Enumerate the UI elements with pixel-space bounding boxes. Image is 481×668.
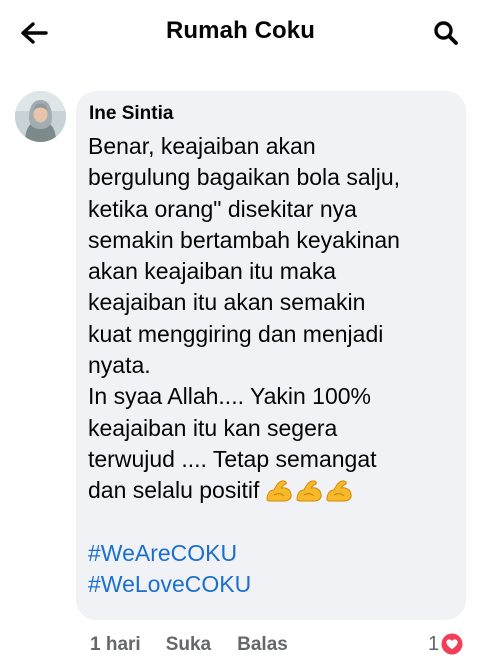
- avatar[interactable]: [15, 91, 66, 142]
- hashtag-link[interactable]: #WeAreCOKU: [88, 538, 460, 569]
- comment-line: akan keajaiban itu maka: [88, 258, 337, 285]
- like-button[interactable]: Suka: [166, 634, 211, 656]
- comment-author[interactable]: Ine Sintia: [89, 103, 173, 125]
- hashtag-link[interactable]: #WeLoveCOKU: [88, 569, 460, 600]
- love-reaction-icon: [441, 633, 463, 655]
- comment-line-with-emoji: dan selalu positif: [88, 475, 460, 506]
- comment-line: keajaiban itu akan semakin: [88, 289, 366, 316]
- comment-line: semakin bertambah keyakinan: [88, 226, 400, 253]
- flexed-biceps-icon: [326, 480, 353, 502]
- top-bar: Rumah Coku: [0, 0, 481, 66]
- comment-timestamp[interactable]: 1 hari: [90, 634, 141, 656]
- comment-body: Benar, keajaiban akan bergulung bagaikan…: [88, 131, 460, 600]
- avatar-photo: [15, 91, 66, 142]
- comment-line: terwujud .... Tetap semangat: [88, 445, 377, 472]
- emoji-group: [265, 478, 353, 502]
- comment-line: Benar, keajaiban akan: [88, 133, 316, 159]
- comment-line: In syaa Allah.... Yakin 100%: [88, 383, 371, 410]
- reply-button[interactable]: Balas: [237, 634, 288, 656]
- comment-actions: 1 hari Suka Balas: [90, 632, 314, 658]
- reaction-count: 1: [428, 632, 440, 655]
- search-icon: [434, 21, 458, 45]
- comment-line: dan selalu positif: [88, 477, 260, 504]
- comment-bubble: Ine Sintia Benar, keajaiban akan bergulu…: [76, 91, 466, 620]
- comment-line: nyata.: [88, 352, 151, 379]
- comment-line: ketika orang" disekitar nya: [88, 195, 357, 222]
- flexed-biceps-icon: [266, 480, 293, 502]
- reaction-summary[interactable]: 1: [428, 631, 463, 657]
- search-button[interactable]: [427, 16, 465, 50]
- comment-line: kuat menggiring dan menjadi: [88, 320, 384, 347]
- comment-line: keajaiban itu kan segera: [88, 414, 338, 441]
- page-title: Rumah Coku: [165, 17, 315, 44]
- flexed-biceps-icon: [296, 480, 323, 502]
- comment-line: bergulung bagaikan bola salju,: [88, 164, 401, 191]
